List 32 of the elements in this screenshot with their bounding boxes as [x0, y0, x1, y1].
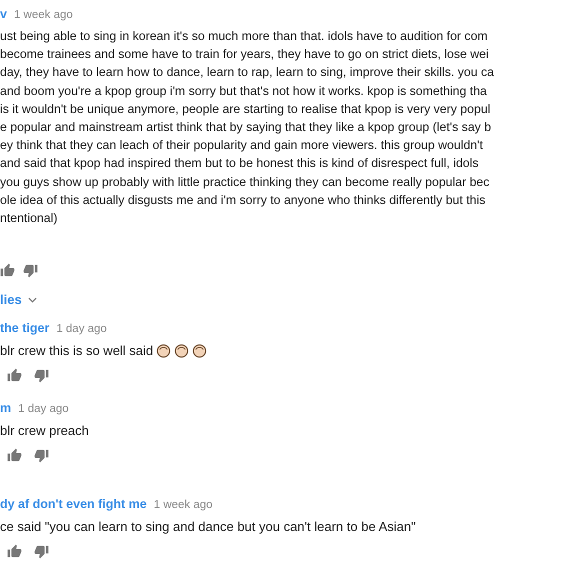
comment-time: 1 day ago: [18, 403, 69, 416]
comment-text-line: you guys show up probably with little practice thinking they can become really popular bec: [0, 174, 490, 191]
comment-text-line: and said that kpop had inspired them but to be honest this is kind of disrespect full, idols: [0, 155, 478, 172]
reply-text: blr crew preach: [0, 423, 89, 438]
comment-text-line: ntentional): [0, 210, 58, 228]
comment-text-line: e popular and mainstream artist think that by saying that they like a kpop group (let's say b: [0, 119, 492, 136]
comment-text-line: and boom you're a kpop group i'm sorry but that's not how it works. kpop is something tha: [0, 82, 487, 100]
reply-text: ce said "you can learn to sing and dance but you can't learn to be Asian": [0, 519, 416, 534]
author-name[interactable]: the tiger: [0, 321, 50, 336]
comment-text-line: become trainees and some have to train for years, they have to go on strict diets, lose wei: [0, 46, 489, 64]
thumbs-up-icon[interactable]: [0, 263, 15, 278]
comment-text-line: day, they have to learn how to dance, learn to rap, learn to sing, improve their skills. you ca: [0, 64, 494, 82]
comment-text-line: ole idea of this actually disgusts me and i'm sorry to anyone who thinks differently but this: [0, 192, 486, 209]
comment-time: 1 day ago: [56, 323, 107, 336]
author-name[interactable]: dy af don't even fight me: [0, 497, 147, 512]
thumbs-down-icon[interactable]: [34, 544, 49, 560]
comment-time: 1 week ago: [14, 9, 73, 21]
thumbs-down-icon[interactable]: [34, 368, 49, 384]
chevron-down-icon[interactable]: [28, 296, 37, 303]
view-replies-link[interactable]: lies: [0, 292, 37, 308]
author-name[interactable]: v: [0, 7, 7, 21]
comment-text-line: is it wouldn't be unique anymore, people are starting to realise that kpop is very very popul: [0, 100, 490, 118]
thumbs-down-icon[interactable]: [34, 448, 49, 464]
thumbs-up-icon[interactable]: [7, 544, 22, 560]
thumbs-down-icon[interactable]: [23, 263, 38, 278]
comment-text-line: ey think that they can leach of their popularity and gain more viewers. this group wouldn't: [0, 137, 483, 154]
reply-text: blr crew this is so well said: [0, 343, 154, 358]
comment-time: 1 week ago: [154, 499, 213, 512]
thumbs-up-icon[interactable]: [7, 448, 22, 464]
thumbs-up-icon[interactable]: [7, 368, 22, 384]
author-name[interactable]: m: [0, 401, 12, 416]
comment-text-line: ust being able to sing in korean it's so much more than that. idols have to audition for com: [0, 28, 488, 45]
